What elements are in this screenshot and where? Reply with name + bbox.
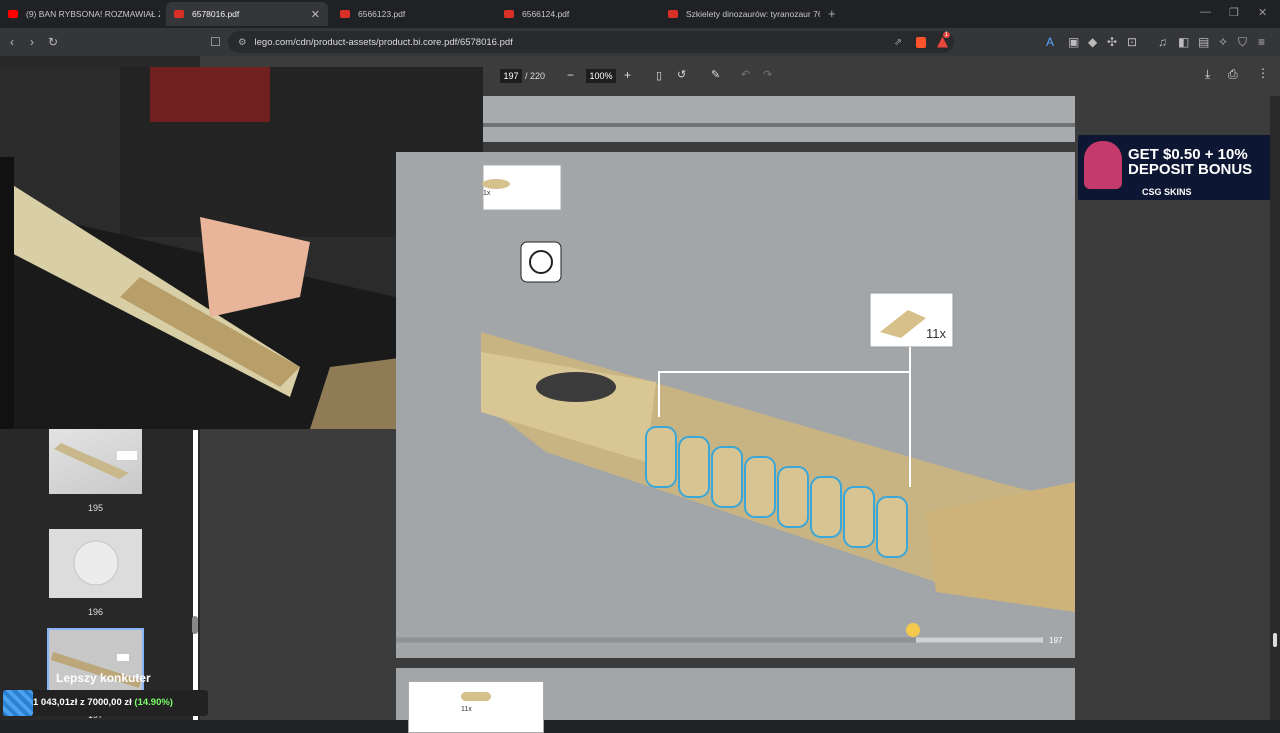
- screenshot-icon[interactable]: ⊡: [1127, 34, 1137, 50]
- zoom-in-icon[interactable]: +: [624, 68, 631, 82]
- browser-toolbar: ‹ › ↻ ☐ ⚙ lego.com/cdn/product-assets/pr…: [0, 28, 1280, 56]
- thumbnail-illustration: [54, 443, 137, 479]
- menu-icon[interactable]: ≡: [1258, 34, 1265, 50]
- thumbnail-number: 195: [87, 503, 104, 513]
- download-icon[interactable]: ⤓: [1205, 67, 1210, 82]
- page-total: / 220: [525, 71, 546, 81]
- rewards-icon[interactable]: [937, 36, 948, 48]
- notification-badge: 1: [942, 32, 950, 38]
- bookmark-icon[interactable]: ☐: [210, 34, 221, 50]
- page-divider-bar: [483, 123, 1075, 127]
- callout-part-count: 11x: [926, 326, 946, 341]
- pdf-icon: [668, 10, 678, 18]
- media-icon[interactable]: ♫: [1158, 34, 1167, 50]
- close-window-icon[interactable]: ✕: [1258, 6, 1267, 19]
- tab-strip: (9) BAN RYBSONA! ROZMAWIAŁ Z D 6578016.p…: [0, 0, 1280, 28]
- pdf-page-197: 11x 1x 197: [396, 152, 1075, 658]
- tab-title: 6566123.pdf: [358, 9, 406, 19]
- redo-icon[interactable]: ↷: [763, 68, 772, 81]
- extension-diamond-icon[interactable]: ◆: [1088, 34, 1097, 50]
- rotate-icon[interactable]: ↺: [677, 68, 686, 81]
- leo-icon[interactable]: ✧: [1218, 34, 1228, 50]
- page-number-input[interactable]: 197: [500, 69, 522, 83]
- tab-title: 6578016.pdf: [192, 9, 240, 19]
- thumbnail-195[interactable]: [49, 429, 142, 494]
- page-scrollbar[interactable]: [1270, 96, 1280, 720]
- back-icon[interactable]: ‹: [10, 34, 14, 50]
- progress-amount: 1 043,01zł: [33, 697, 78, 708]
- tab-6578016[interactable]: 6578016.pdf ✕: [166, 2, 328, 26]
- ad-headline-2: DEPOSIT BONUS: [1128, 161, 1253, 178]
- brave-shield-icon[interactable]: [916, 36, 926, 48]
- tab-youtube[interactable]: (9) BAN RYBSONA! ROZMAWIAŁ Z D: [0, 2, 160, 26]
- forward-icon[interactable]: ›: [30, 34, 34, 50]
- small-part-count: 1x: [483, 190, 491, 197]
- ad-brand: CSG SKINS: [1142, 187, 1192, 197]
- pdf-page-196: [483, 96, 1075, 142]
- progress-of: z: [80, 697, 85, 708]
- address-bar[interactable]: ⚙ lego.com/cdn/product-assets/product.bi…: [228, 31, 954, 53]
- close-tab-icon[interactable]: ✕: [311, 8, 320, 21]
- restore-icon[interactable]: ❐: [1229, 6, 1239, 19]
- pdf-page-198: 11x: [396, 668, 1075, 733]
- pdf-icon: [174, 10, 184, 18]
- progress-goal: 7000,00 zł: [87, 697, 132, 708]
- tab-title: 6566124.pdf: [522, 9, 570, 19]
- tab-6566123[interactable]: 6566123.pdf: [332, 2, 492, 26]
- pdf-icon: [504, 10, 514, 18]
- reload-icon[interactable]: ↻: [48, 34, 58, 50]
- parts-list-count: 11x: [461, 706, 472, 713]
- thumbnail-196[interactable]: [49, 529, 142, 598]
- zoom-out-icon[interactable]: −: [567, 68, 574, 82]
- donation-title: Lepszy konkuter: [56, 671, 151, 685]
- wallet-icon[interactable]: ▤: [1198, 34, 1209, 50]
- parts-list-box: 11x: [408, 681, 544, 733]
- annotate-icon[interactable]: ✎: [711, 68, 720, 81]
- print-icon[interactable]: ⎙: [1228, 67, 1238, 82]
- extension-icon[interactable]: ▣: [1068, 34, 1079, 50]
- page-footer-number: 197: [1049, 636, 1063, 645]
- thumbnail-illustration: [73, 540, 119, 586]
- sidebar-scrollbar[interactable]: [193, 430, 198, 720]
- puzzle-icon[interactable]: ✣: [1107, 34, 1117, 50]
- progress-percent: (14.90%): [134, 697, 173, 708]
- page-scroll-thumb[interactable]: [1273, 633, 1277, 647]
- advertisement-banner[interactable]: GET $0.50 + 10% DEPOSIT BONUS CSG SKINS: [1078, 135, 1276, 200]
- tab-6566124[interactable]: 6566124.pdf: [496, 2, 656, 26]
- sidebar-icon[interactable]: ◧: [1178, 34, 1189, 50]
- fit-page-icon[interactable]: ▯: [656, 69, 662, 82]
- minimize-icon[interactable]: —: [1200, 6, 1211, 18]
- progress-fill: [3, 690, 33, 716]
- progress-text: 1 043,01zł z 7000,00 zł (14.90%): [33, 697, 173, 708]
- zoom-input[interactable]: 100%: [586, 69, 616, 83]
- sidebar-scroll-thumb[interactable]: [192, 616, 198, 634]
- tab-title: Szkielety dinozaurów: tyranozaur 76: [686, 9, 820, 19]
- new-tab-button[interactable]: +: [828, 6, 836, 21]
- tab-szkielety[interactable]: Szkielety dinozaurów: tyranozaur 76: [660, 2, 820, 26]
- youtube-icon: [8, 10, 18, 18]
- tab-title: (9) BAN RYBSONA! ROZMAWIAŁ Z D: [26, 9, 160, 19]
- undo-icon[interactable]: ↶: [741, 68, 750, 81]
- donation-progress: 1 043,01zł z 7000,00 zł (14.90%): [3, 690, 208, 716]
- site-info-icon[interactable]: ⚙: [238, 37, 247, 48]
- url-text[interactable]: lego.com/cdn/product-assets/product.bi.c…: [255, 37, 513, 48]
- pdf-icon: [340, 10, 350, 18]
- translate-icon[interactable]: A: [1046, 34, 1054, 50]
- more-options-icon[interactable]: ⋮: [1257, 66, 1269, 80]
- share-icon[interactable]: ⇗: [894, 37, 902, 48]
- part-icon: [461, 692, 491, 701]
- mascot-icon: [1084, 141, 1122, 189]
- thumbnail-number: 196: [87, 607, 104, 617]
- vpn-icon[interactable]: ⛉: [1238, 34, 1247, 50]
- build-instruction-illustration: [396, 164, 1075, 643]
